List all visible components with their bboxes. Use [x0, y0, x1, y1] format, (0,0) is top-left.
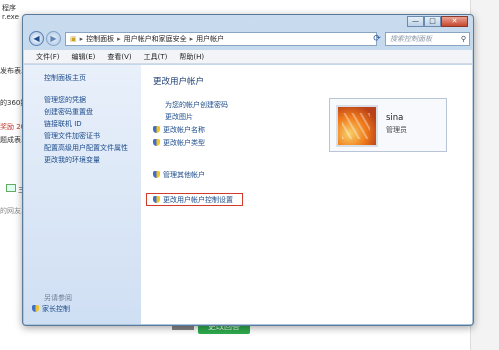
sidebar-item-env-vars[interactable]: 更改我的环境变量 [44, 155, 100, 165]
sidebar: 控制面板主页 管理您的凭据 创建密码重置盘 链接联机 ID 管理文件加密证书 配… [24, 65, 141, 324]
sidebar-item-credentials[interactable]: 管理您的凭据 [44, 95, 86, 105]
path-separator: ▸ [189, 35, 194, 43]
menu-file[interactable]: 文件(F) [36, 52, 60, 62]
address-bar[interactable]: ▣ ▸ 控制面板 ▸ 用户帐户和家庭安全 ▸ 用户帐户 [65, 32, 377, 46]
parental-control-label: 家长控制 [42, 305, 70, 313]
manage-other-label: 管理其他帐户 [163, 171, 205, 179]
search-placeholder: 搜索控制面板 [390, 35, 432, 43]
sidebar-item-encryption[interactable]: 管理文件加密证书 [44, 131, 100, 141]
back-arrow-icon[interactable]: ◀ [29, 31, 44, 46]
shield-icon [153, 171, 160, 178]
user-card: sina 管理员 [329, 98, 447, 152]
forward-arrow-icon[interactable]: ▶ [46, 31, 61, 46]
refresh-icon[interactable]: ⟳ [370, 32, 384, 46]
title-bar: — □ ✕ [23, 15, 473, 29]
change-type-label: 更改帐户类型 [163, 139, 205, 147]
user-name: sina [386, 113, 404, 123]
sidebar-item-online-id[interactable]: 链接联机 ID [44, 119, 82, 129]
shield-icon [153, 196, 160, 203]
main-content: 更改用户帐户 为您的帐户创建密码 更改图片 更改帐户名称 更改帐户类型 管理其他… [141, 65, 472, 324]
user-role: 管理员 [386, 126, 407, 134]
maximize-button[interactable]: □ [424, 16, 441, 27]
shield-icon [153, 126, 160, 133]
avatar[interactable] [336, 105, 378, 147]
change-name-label: 更改帐户名称 [163, 126, 205, 134]
shield-icon [153, 139, 160, 146]
uac-settings-label: 更改用户帐户控制设置 [163, 196, 233, 204]
page-title: 更改用户帐户 [153, 77, 205, 87]
folder-icon: ▣ [70, 35, 77, 43]
bg-right-panel [470, 0, 499, 350]
bg-text: 程序 [2, 4, 16, 12]
manage-other-accounts-link[interactable]: 管理其他帐户 [153, 170, 205, 180]
sidebar-item-reset-disk[interactable]: 创建密码重置盘 [44, 107, 93, 117]
create-password-link[interactable]: 为您的帐户创建密码 [165, 100, 228, 110]
uac-settings-link[interactable]: 更改用户帐户控制设置 [153, 195, 233, 205]
change-name-link[interactable]: 更改帐户名称 [153, 125, 205, 135]
shield-icon [32, 305, 39, 312]
control-panel-window: — □ ✕ ◀ ▶ ▣ ▸ 控制面板 ▸ 用户帐户和家庭安全 ▸ 用户帐户 ⟳ … [22, 14, 474, 326]
parental-control-link[interactable]: 家长控制 [32, 304, 70, 314]
breadcrumb-control-panel[interactable]: 控制面板 [86, 34, 114, 44]
path-separator: ▸ [79, 35, 84, 43]
close-button[interactable]: ✕ [441, 16, 468, 27]
change-type-link[interactable]: 更改帐户类型 [153, 138, 205, 148]
search-input[interactable]: 搜索控制面板 ⚲ [385, 32, 470, 46]
sidebar-item-profile[interactable]: 配置高级用户配置文件属性 [44, 143, 128, 153]
sidebar-home-link[interactable]: 控制面板主页 [44, 73, 86, 83]
bg-text: r.exe [2, 13, 19, 21]
address-row: ◀ ▶ ▣ ▸ 控制面板 ▸ 用户帐户和家庭安全 ▸ 用户帐户 ⟳ 搜索控制面板… [27, 29, 470, 49]
menu-bar: 文件(F) 编辑(E) 查看(V) 工具(T) 帮助(H) [24, 50, 472, 64]
minimize-button[interactable]: — [407, 16, 424, 27]
breadcrumb-user-accounts[interactable]: 用户帐户 [196, 34, 224, 44]
search-icon[interactable]: ⚲ [461, 33, 466, 45]
menu-edit[interactable]: 编辑(E) [72, 52, 96, 62]
menu-tools[interactable]: 工具(T) [144, 52, 168, 62]
breadcrumb-user-family[interactable]: 用户帐户和家庭安全 [124, 34, 187, 44]
path-separator: ▸ [117, 35, 121, 43]
menu-help[interactable]: 帮助(H) [179, 52, 204, 62]
see-also-label: 另请参阅 [44, 294, 72, 302]
bg-edit-icon [6, 184, 16, 192]
change-picture-link[interactable]: 更改图片 [165, 112, 193, 122]
menu-view[interactable]: 查看(V) [107, 52, 131, 62]
